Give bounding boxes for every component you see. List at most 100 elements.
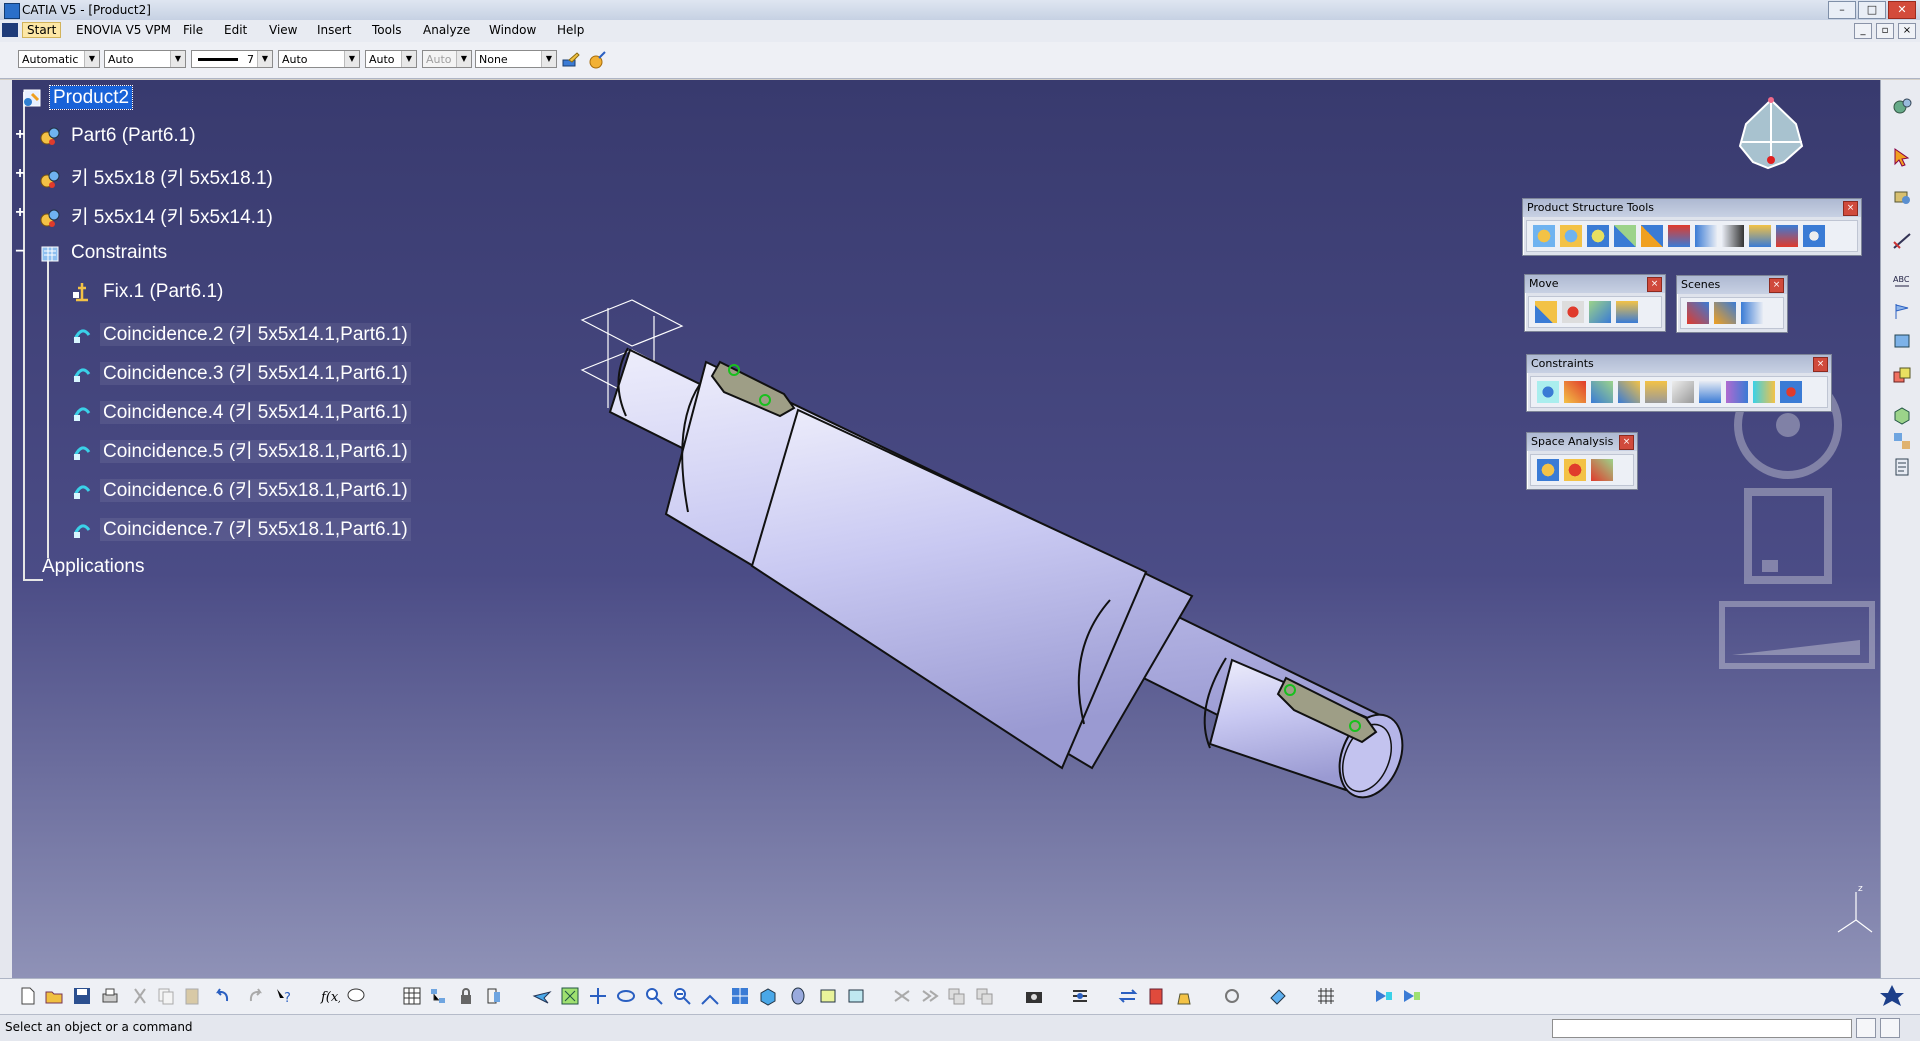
coincidence-constraint-icon[interactable] <box>1537 381 1559 403</box>
refresh-icon[interactable] <box>1222 986 1242 1006</box>
tree-item-coincidence-5[interactable]: Coincidence.5 (키 5x5x18.1,Part6.1) <box>70 436 411 464</box>
close-icon[interactable]: × <box>1647 277 1662 292</box>
redo-icon[interactable] <box>246 986 266 1006</box>
snap-icon[interactable] <box>1562 301 1584 323</box>
status-button-2[interactable] <box>1880 1018 1900 1038</box>
menu-window[interactable]: Window <box>489 23 536 37</box>
cube-view-icon[interactable] <box>1891 404 1913 426</box>
clash-analysis-icon[interactable] <box>1537 459 1559 481</box>
3d-viewport[interactable]: z Product2 + Part6 (Part6.1) + 키 5x5x18 … <box>12 80 1880 978</box>
lock-icon[interactable] <box>456 986 476 1006</box>
expand-plus-icon[interactable]: + <box>13 127 27 143</box>
toolbar-title[interactable]: Space Analysis × <box>1527 433 1637 451</box>
line-weight-combo[interactable]: 7 ▼ <box>191 50 273 68</box>
expand-plus-icon[interactable]: + <box>13 205 27 221</box>
swap-icon[interactable] <box>1118 986 1138 1006</box>
weight-icon[interactable] <box>1174 986 1194 1006</box>
color-combo[interactable]: Automatic ▼ <box>18 50 100 68</box>
pan-icon[interactable] <box>588 986 608 1006</box>
doc-close-button[interactable]: × <box>1898 23 1916 39</box>
explode-icon[interactable] <box>1589 301 1611 323</box>
document-icon[interactable] <box>2 23 18 37</box>
maximize-button[interactable]: □ <box>1858 1 1886 19</box>
clipboard-icon[interactable] <box>1146 986 1166 1006</box>
fast-multi-instantiation-icon[interactable] <box>1803 225 1825 247</box>
close-icon[interactable]: × <box>1619 435 1634 450</box>
fit-all-in-icon[interactable] <box>560 986 580 1006</box>
tree-item-coincidence-4[interactable]: Coincidence.4 (키 5x5x14.1,Part6.1) <box>70 397 411 425</box>
grid-icon[interactable] <box>1316 986 1336 1006</box>
formula-icon[interactable]: f(x) <box>320 986 340 1006</box>
insert-product-icon[interactable] <box>1533 225 1555 247</box>
tree-item-applications[interactable]: Applications <box>39 556 147 578</box>
stop-manipulate-on-clash-icon[interactable] <box>1616 301 1638 323</box>
tree-item-coincidence-2[interactable]: Coincidence.2 (키 5x5x14.1,Part6.1) <box>70 319 411 347</box>
paste-icon[interactable] <box>182 986 202 1006</box>
rotate-icon[interactable] <box>616 986 636 1006</box>
insert-part-icon[interactable] <box>1587 225 1609 247</box>
toolbar-title[interactable]: Constraints × <box>1527 355 1831 373</box>
layer-combo[interactable]: None ▼ <box>475 50 557 68</box>
comment-icon[interactable] <box>346 986 366 1006</box>
update-icon[interactable] <box>892 986 912 1006</box>
toolbar-title[interactable]: Move × <box>1525 275 1665 293</box>
animation-icon[interactable] <box>1374 986 1394 1006</box>
graph-icon[interactable] <box>428 986 448 1006</box>
doc-minimize-button[interactable]: _ <box>1854 23 1872 39</box>
command-input[interactable] <box>1552 1019 1852 1038</box>
eraser-icon[interactable] <box>1268 986 1288 1006</box>
tree-item-key-5x5x18[interactable]: + 키 5x5x18 (키 5x5x18.1) <box>15 163 276 191</box>
tree-item-key-5x5x14[interactable]: + 키 5x5x14 (키 5x5x14.1) <box>13 202 276 230</box>
toolbar-title[interactable]: Product Structure Tools × <box>1523 199 1861 217</box>
catalog-icon[interactable] <box>1891 456 1913 478</box>
whats-this-icon[interactable]: ? <box>274 986 294 1006</box>
toolbar-title[interactable]: Scenes × <box>1677 276 1787 294</box>
menu-file[interactable]: File <box>183 23 203 37</box>
multi-view-icon[interactable] <box>1891 430 1913 452</box>
cut-icon[interactable] <box>130 986 150 1006</box>
tree-root-product2[interactable]: Product2 <box>20 85 134 111</box>
open-icon[interactable] <box>44 986 64 1006</box>
fix-together-icon[interactable] <box>1672 381 1694 403</box>
analysis-icon[interactable] <box>1070 986 1090 1006</box>
zoom-in-icon[interactable] <box>644 986 664 1006</box>
flag-note-icon[interactable] <box>1891 300 1913 322</box>
iso-view-icon[interactable] <box>758 986 778 1006</box>
simulation-icon[interactable] <box>1402 986 1422 1006</box>
collapse-minus-icon[interactable]: − <box>13 244 27 260</box>
normal-view-icon[interactable] <box>700 986 720 1006</box>
tree-item-coincidence-3[interactable]: Coincidence.3 (키 5x5x14.1,Part6.1) <box>70 358 411 386</box>
close-icon[interactable]: × <box>1813 357 1828 372</box>
multi-view-icon[interactable] <box>730 986 750 1006</box>
tree-item-constraints[interactable]: − Constraints <box>13 241 170 265</box>
contact-constraint-icon[interactable] <box>1564 381 1586 403</box>
shaft-part[interactable] <box>608 347 1414 807</box>
generate-numbering-icon[interactable] <box>1695 225 1717 247</box>
offset-constraint-icon[interactable] <box>1591 381 1613 403</box>
table-icon[interactable] <box>402 986 422 1006</box>
menu-help[interactable]: Help <box>557 23 584 37</box>
angle-constraint-icon[interactable] <box>1618 381 1640 403</box>
print-icon[interactable] <box>100 986 120 1006</box>
swap-visible-space-icon[interactable] <box>846 986 866 1006</box>
quick-constraint-icon[interactable] <box>1699 381 1721 403</box>
sectioning-analysis-icon[interactable] <box>1564 459 1586 481</box>
annotation-abc-icon[interactable]: ABC <box>1891 270 1913 292</box>
select-arrow-icon[interactable] <box>1891 146 1913 168</box>
workbench-gears-icon[interactable] <box>1891 96 1913 118</box>
menu-view[interactable]: View <box>269 23 297 37</box>
assembly-icon[interactable] <box>1891 186 1913 208</box>
distance-analysis-icon[interactable] <box>1591 459 1613 481</box>
tree-item-coincidence-6[interactable]: Coincidence.6 (키 5x5x18.1,Part6.1) <box>70 475 411 503</box>
sectioning-icon[interactable] <box>1891 330 1913 352</box>
compass-icon[interactable] <box>1738 97 1804 170</box>
new-icon[interactable] <box>18 986 38 1006</box>
update-all-icon[interactable] <box>920 986 940 1006</box>
undo-icon[interactable] <box>212 986 232 1006</box>
menu-enovia[interactable]: ENOVIA V5 VPM <box>76 23 171 37</box>
save-icon[interactable] <box>72 986 92 1006</box>
tree-item-coincidence-7[interactable]: Coincidence.7 (키 5x5x18.1,Part6.1) <box>70 514 411 542</box>
menu-analyze[interactable]: Analyze <box>423 23 470 37</box>
flexible-rigid-icon[interactable] <box>1726 381 1748 403</box>
links-icon[interactable] <box>974 986 994 1006</box>
